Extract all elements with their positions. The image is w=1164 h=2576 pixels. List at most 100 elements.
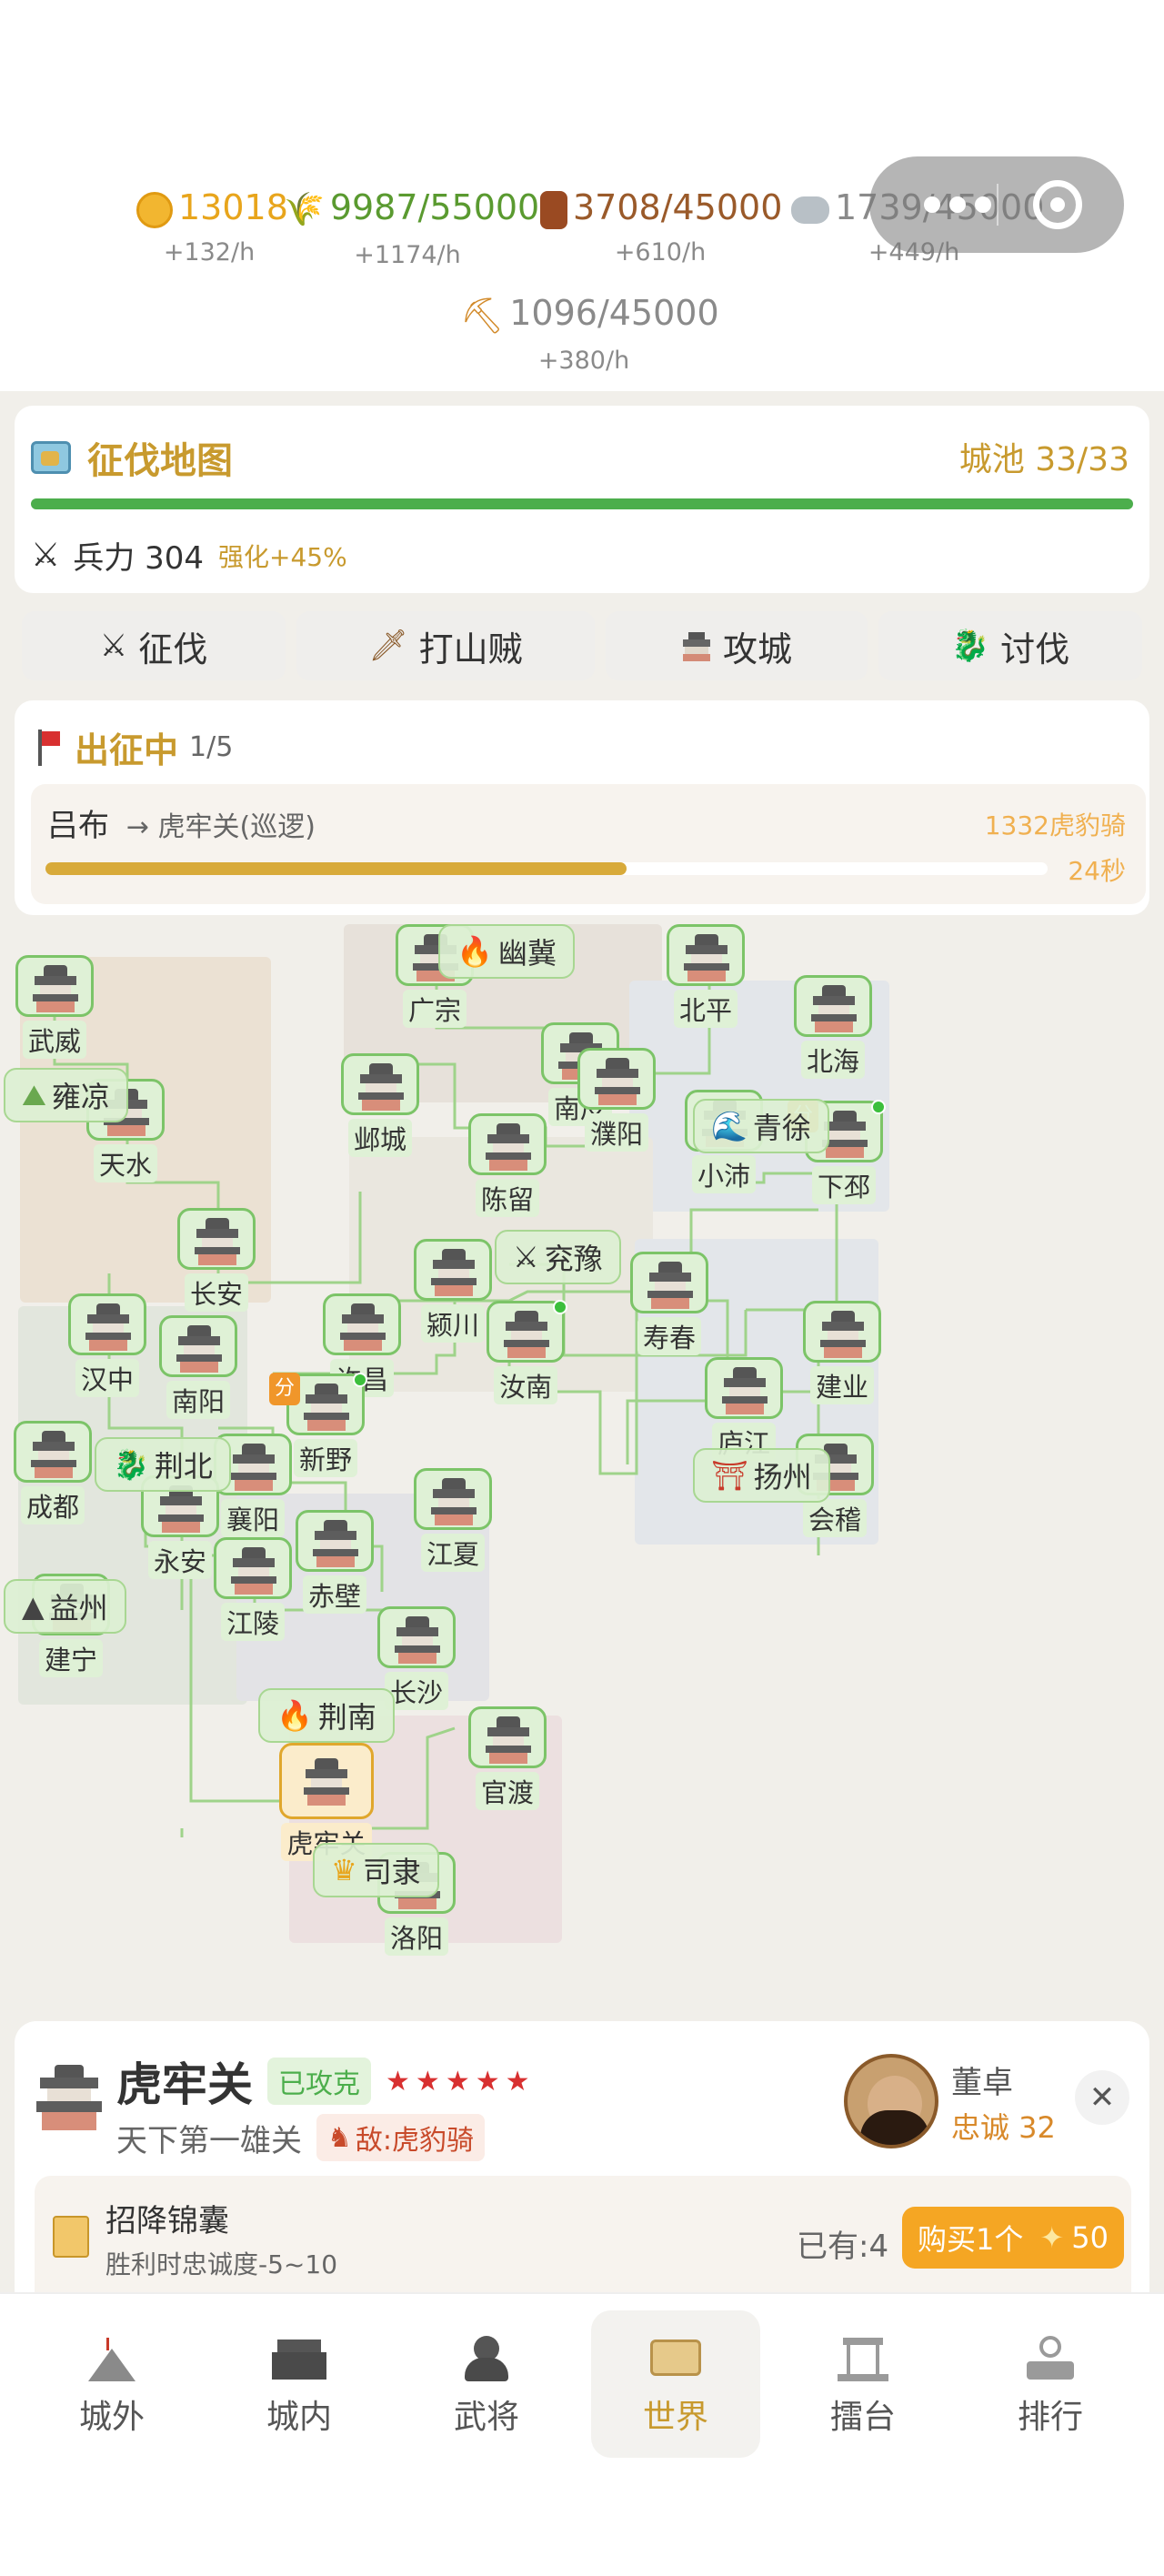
city-guandu[interactable]: 官渡 bbox=[467, 1706, 547, 1810]
castle-icon bbox=[31, 1431, 76, 1478]
castle-icon bbox=[85, 1303, 131, 1351]
castle-icon bbox=[176, 1325, 222, 1373]
expedition-row[interactable]: 吕布 → 虎牢关(巡逻) 1332虎豹骑 24秒 bbox=[31, 784, 1146, 904]
enemy-badge: ♞ 敌:虎豹骑 bbox=[316, 2114, 486, 2161]
city-jiangxia[interactable]: 江夏 bbox=[413, 1468, 493, 1572]
city-name: 广宗 bbox=[402, 990, 467, 1028]
crossed-swords-icon: ⚔ bbox=[99, 628, 128, 664]
region-label-jingbei[interactable]: 🐉 荆北 bbox=[95, 1437, 231, 1492]
city-name: 汉中 bbox=[75, 1359, 139, 1397]
city-name: 永安 bbox=[147, 1541, 212, 1579]
world-map[interactable]: 武威 广宗 北平 北海 南皮 濮阳 邺城 天水 小沛 分下邳 陈留 长安 颍川 … bbox=[0, 919, 1164, 1965]
region-label-youji[interactable]: 🔥 幽冀 bbox=[438, 924, 575, 979]
castle-icon bbox=[431, 1478, 477, 1525]
city-jiangling[interactable]: 江陵 bbox=[213, 1537, 293, 1641]
defender-avatar[interactable] bbox=[844, 2054, 938, 2148]
tab-siege-label: 攻城 bbox=[722, 629, 792, 669]
castle-icon bbox=[33, 965, 78, 1012]
dragon-icon: 🐉 bbox=[950, 628, 990, 664]
volcano-icon: ▲ bbox=[22, 1589, 45, 1624]
mini-program-capsule[interactable] bbox=[869, 156, 1124, 253]
tab-punitive-label: 讨伐 bbox=[1000, 629, 1070, 669]
tab-conquest[interactable]: ⚔ 征伐 bbox=[22, 611, 286, 680]
resource-header: 13018 +132/h 🌾 9987/55000 +1174/h 3708/45… bbox=[0, 0, 1164, 391]
star-rating: ★ ★ ★ ★ ★ bbox=[386, 2066, 536, 2098]
city-beihai[interactable]: 北海 bbox=[793, 975, 873, 1079]
region-name: 兖豫 bbox=[544, 1242, 603, 1276]
conquest-title: 征伐地图 bbox=[87, 440, 233, 482]
city-name: 江陵 bbox=[220, 1603, 285, 1641]
nav-label: 城外 bbox=[78, 2399, 145, 2436]
city-shouchun[interactable]: 寿春 bbox=[629, 1252, 709, 1355]
city-name: 江夏 bbox=[420, 1534, 485, 1572]
status-dot bbox=[553, 1300, 567, 1314]
region-label-qingxu[interactable]: 🌊 青徐 bbox=[693, 1099, 829, 1153]
city-changan[interactable]: 长安 bbox=[176, 1208, 256, 1312]
city-chenliu[interactable]: 陈留 bbox=[467, 1113, 547, 1217]
city-nanyang[interactable]: 南阳 bbox=[158, 1315, 238, 1419]
city-name: 北平 bbox=[673, 990, 738, 1028]
conquest-progress-fill bbox=[31, 498, 1133, 509]
city-runan[interactable]: 汝南 bbox=[486, 1300, 567, 1404]
tab-punitive[interactable]: 🐉 讨伐 bbox=[878, 611, 1142, 680]
city-beiping[interactable]: 北平 bbox=[666, 924, 746, 1028]
region-label-sili[interactable]: ♛ 司隶 bbox=[313, 1843, 439, 1897]
city-wuwei[interactable]: 武威 bbox=[15, 955, 95, 1059]
city-name: 寿春 bbox=[637, 1317, 701, 1355]
region-label-jingnan[interactable]: 🔥 荆南 bbox=[258, 1688, 395, 1743]
city-chengdu[interactable]: 成都 bbox=[13, 1421, 93, 1524]
tab-bandits[interactable]: 🗡 打山贼 bbox=[296, 611, 595, 680]
city-name: 新野 bbox=[293, 1439, 357, 1477]
red-flag-icon bbox=[35, 729, 62, 766]
tab-siege[interactable]: 攻城 bbox=[606, 611, 868, 680]
city-xinye[interactable]: 分新野 bbox=[269, 1373, 367, 1477]
conquest-progress-track bbox=[31, 498, 1133, 509]
conquest-card: 征伐地图 城池 33/33 ⚔ 兵力 304 强化+45% bbox=[15, 406, 1149, 593]
mountain-icon: ⛰ bbox=[22, 1077, 46, 1112]
region-label-yanyu[interactable]: ⚔ 兖豫 bbox=[495, 1230, 621, 1284]
city-hanzhong[interactable]: 汉中 bbox=[67, 1293, 147, 1397]
wood-rate: +610/h bbox=[614, 238, 707, 267]
region-name: 荆南 bbox=[317, 1700, 376, 1735]
region-label-yizhou[interactable]: ▲ 益州 bbox=[4, 1579, 126, 1634]
enemy-label: 敌:虎豹骑 bbox=[355, 2125, 475, 2157]
city-chibi[interactable]: 赤壁 bbox=[295, 1510, 375, 1614]
city-yingchuan[interactable]: 颍川 bbox=[413, 1239, 493, 1343]
fen-badge: 分 bbox=[269, 1373, 300, 1405]
city-name: 官渡 bbox=[475, 1772, 539, 1810]
city-name: 下邳 bbox=[811, 1166, 876, 1204]
fortress-icon bbox=[270, 2330, 328, 2383]
city-detail-card: 虎牢关 已攻克 ★ ★ ★ ★ ★ 天下第一雄关 ♞ 敌:虎豹骑 董卓 忠诚 32 ✕ 招… bbox=[15, 2021, 1149, 2294]
region-name: 司隶 bbox=[362, 1855, 421, 1889]
buy-button[interactable]: 购买1个 ✦ 50 bbox=[902, 2207, 1124, 2269]
nav-ranking[interactable]: 排行 bbox=[966, 2310, 1135, 2458]
nav-generals[interactable]: 武将 bbox=[402, 2310, 571, 2458]
flame-icon: 🔥 bbox=[276, 1698, 313, 1733]
nav-arena[interactable]: 擂台 bbox=[778, 2310, 948, 2458]
region-name: 荆北 bbox=[154, 1449, 213, 1484]
star-icon: ★ bbox=[415, 2065, 440, 2098]
city-lujiang[interactable]: 庐江 bbox=[704, 1357, 784, 1461]
castle-icon bbox=[684, 934, 729, 981]
pickaxe-icon: ⛏ bbox=[460, 295, 505, 336]
city-yecheng[interactable]: 邺城 bbox=[340, 1053, 420, 1157]
item-desc: 胜利时忠诚度-5~10 bbox=[105, 2249, 338, 2279]
city-puyang[interactable]: 濮阳 bbox=[577, 1048, 657, 1152]
wood-value: 3708/45000 bbox=[573, 187, 783, 227]
close-target-icon[interactable] bbox=[1033, 180, 1082, 229]
iron-resource: ⛏ 1096/45000 +380/h bbox=[460, 291, 719, 375]
general-name: 吕布 bbox=[47, 808, 109, 844]
more-icon[interactable] bbox=[924, 196, 991, 213]
castle-icon bbox=[340, 1303, 386, 1351]
nav-label: 武将 bbox=[453, 2399, 519, 2436]
region-label-yangzhou[interactable]: ⛩ 扬州 bbox=[693, 1448, 830, 1503]
close-icon[interactable]: ✕ bbox=[1075, 2070, 1129, 2125]
grain-value: 9987/55000 bbox=[329, 187, 540, 227]
status-dot bbox=[871, 1100, 886, 1114]
nav-outside[interactable]: 城外 bbox=[27, 2310, 196, 2458]
city-jianye[interactable]: 建业 bbox=[802, 1301, 882, 1404]
region-label-yongliang[interactable]: ⛰ 雍凉 bbox=[4, 1068, 128, 1122]
nav-inside[interactable]: 城内 bbox=[215, 2310, 384, 2458]
city-detail-name: 虎牢关 bbox=[116, 2058, 253, 2111]
nav-world[interactable]: 世界 bbox=[591, 2310, 760, 2458]
